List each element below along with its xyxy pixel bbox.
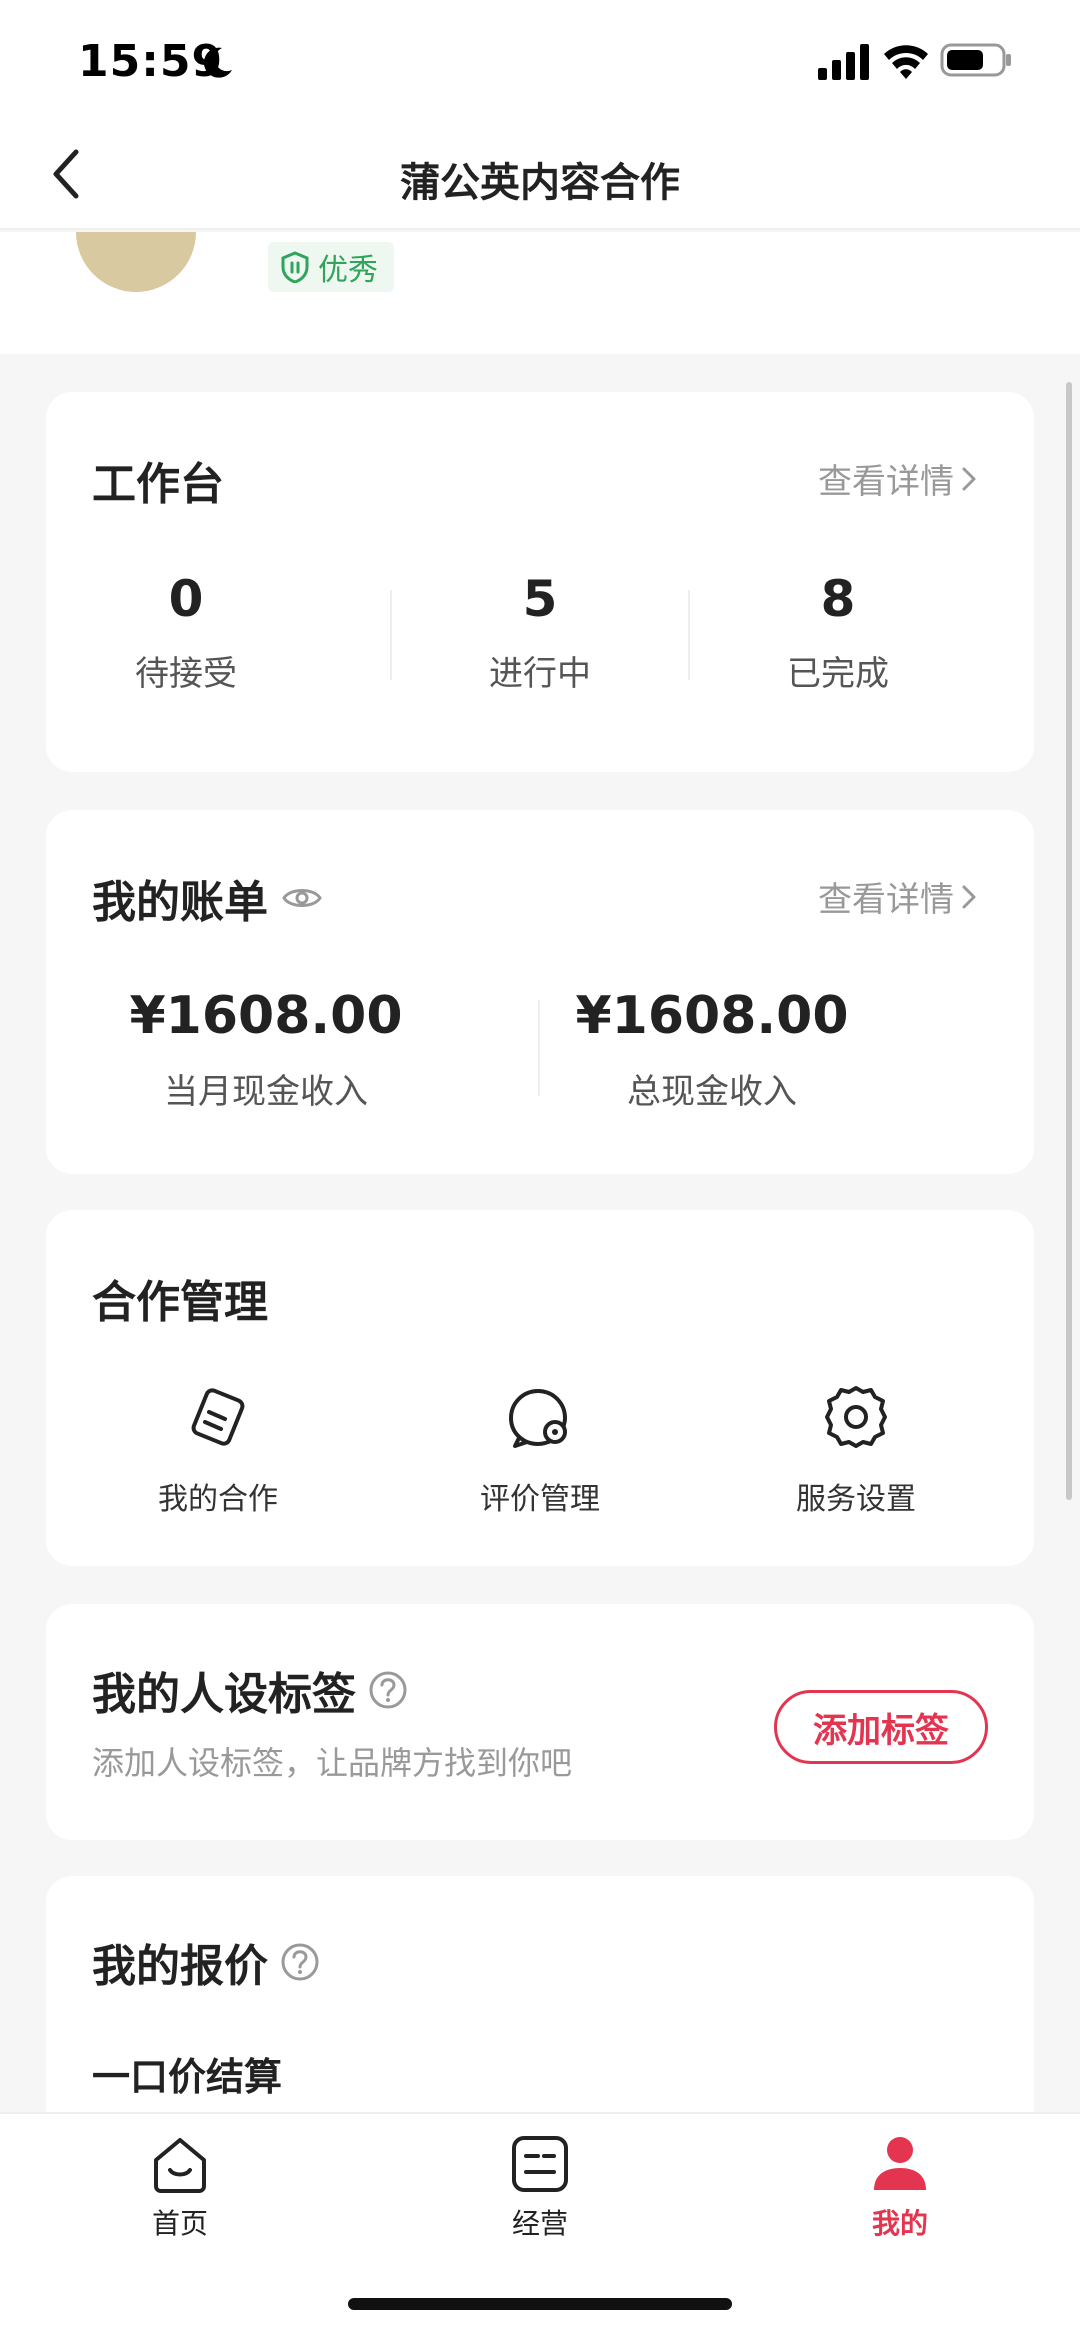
bill-monthly-value: ¥1608.00 — [129, 986, 403, 1046]
bill-title: 我的账单 — [92, 866, 322, 930]
divider — [538, 1000, 540, 1096]
stat-completed[interactable]: 8 已完成 — [738, 570, 938, 695]
coop-icon — [191, 1388, 245, 1446]
stat-pending[interactable]: 0 待接受 — [86, 570, 286, 695]
bill-total-value: ¥1608.00 — [575, 986, 849, 1046]
stat-pending-value: 0 — [168, 570, 204, 628]
service-settings-label: 服务设置 — [796, 1482, 916, 1517]
persona-title: 我的人设标签 — [92, 1658, 408, 1722]
nav-bar: 蒲公英内容合作 — [0, 120, 1080, 230]
chevron-right-icon — [962, 885, 976, 908]
coop-card: 合作管理 我的合作 评价管理 服务设置 — [46, 1210, 1034, 1566]
service-settings-entry[interactable]: 服务设置 — [746, 1382, 966, 1518]
profile-icon — [874, 2137, 926, 2190]
stat-completed-label: 已完成 — [787, 654, 889, 694]
persona-subtitle: 添加人设标签，让品牌方找到你吧 — [92, 1744, 573, 1782]
chevron-right-icon — [962, 467, 976, 490]
avatar[interactable] — [76, 232, 196, 292]
stat-completed-value: 8 — [820, 570, 856, 628]
review-manage-entry[interactable]: 评价管理 — [430, 1382, 650, 1518]
tab-mine[interactable]: 我的 — [800, 2132, 1000, 2242]
stat-in-progress[interactable]: 5 进行中 — [440, 570, 640, 695]
stat-in-progress-label: 进行中 — [489, 654, 591, 694]
workbench-detail-link[interactable]: 查看详情 — [818, 454, 978, 503]
stat-pending-label: 待接受 — [135, 654, 237, 694]
my-coop-label: 我的合作 — [158, 1482, 278, 1517]
bill-total-label: 总现金收入 — [627, 1072, 797, 1112]
bill-detail-link[interactable]: 查看详情 — [818, 872, 978, 921]
bill-title-label: 我的账单 — [92, 877, 268, 928]
eye-icon[interactable] — [282, 884, 322, 912]
wifi-icon — [884, 45, 928, 79]
tab-home-label: 首页 — [151, 2207, 208, 2240]
pricing-subtitle: 一口价结算 — [92, 2055, 283, 2099]
coop-title: 合作管理 — [92, 1277, 268, 1328]
profile-strip: 优秀 — [0, 232, 1080, 354]
tab-business[interactable]: 经营 — [440, 2132, 640, 2242]
persona-card: 我的人设标签 添加人设标签，让品牌方找到你吧 添加标签 — [46, 1604, 1034, 1840]
add-tag-button[interactable]: 添加标签 — [774, 1690, 988, 1764]
bill-monthly-label: 当月现金收入 — [164, 1072, 368, 1112]
review-icon — [508, 1388, 568, 1448]
persona-title-label: 我的人设标签 — [92, 1669, 356, 1720]
bill-detail-label: 查看详情 — [818, 880, 954, 920]
help-icon[interactable] — [280, 1942, 320, 1982]
my-coop-entry[interactable]: 我的合作 — [108, 1382, 328, 1518]
scrollbar[interactable] — [1066, 382, 1072, 1500]
workbench-card: 工作台 查看详情 0 待接受 5 进行中 8 已完成 — [46, 392, 1034, 772]
divider — [390, 590, 392, 680]
moon-icon — [203, 47, 232, 78]
workbench-title: 工作台 — [92, 459, 224, 510]
tab-business-label: 经营 — [511, 2207, 568, 2240]
status-bar: 15:59 — [0, 0, 1080, 120]
screen: 15:59 蒲公英内容合作 优秀 工作台 查看详情 0 待接受 5 进行中 8 … — [0, 0, 1080, 2337]
battery-icon — [940, 43, 1011, 77]
business-icon — [512, 2136, 568, 2192]
bill-monthly[interactable]: ¥1608.00 当月现金收入 — [106, 986, 426, 1113]
bill-card: 我的账单 查看详情 ¥1608.00 当月现金收入 ¥1608.00 总现金收入 — [46, 810, 1034, 1174]
page-title: 蒲公英内容合作 — [400, 160, 680, 206]
home-icon — [154, 2138, 206, 2193]
bill-total[interactable]: ¥1608.00 总现金收入 — [552, 986, 872, 1113]
help-icon[interactable] — [368, 1670, 408, 1710]
pricing-title: 我的报价 — [92, 1930, 320, 1994]
home-indicator — [348, 2298, 732, 2310]
shield-icon — [281, 251, 309, 283]
gear-icon — [825, 1386, 887, 1448]
workbench-detail-label: 查看详情 — [818, 462, 954, 502]
divider — [688, 590, 690, 680]
tab-home[interactable]: 首页 — [80, 2132, 280, 2242]
level-label: 优秀 — [318, 253, 378, 288]
tab-mine-label: 我的 — [871, 2207, 928, 2240]
pricing-title-label: 我的报价 — [92, 1941, 268, 1992]
stat-in-progress-value: 5 — [522, 570, 558, 628]
review-manage-label: 评价管理 — [480, 1482, 600, 1517]
signal-icon — [818, 44, 869, 80]
level-badge: 优秀 — [268, 242, 394, 292]
